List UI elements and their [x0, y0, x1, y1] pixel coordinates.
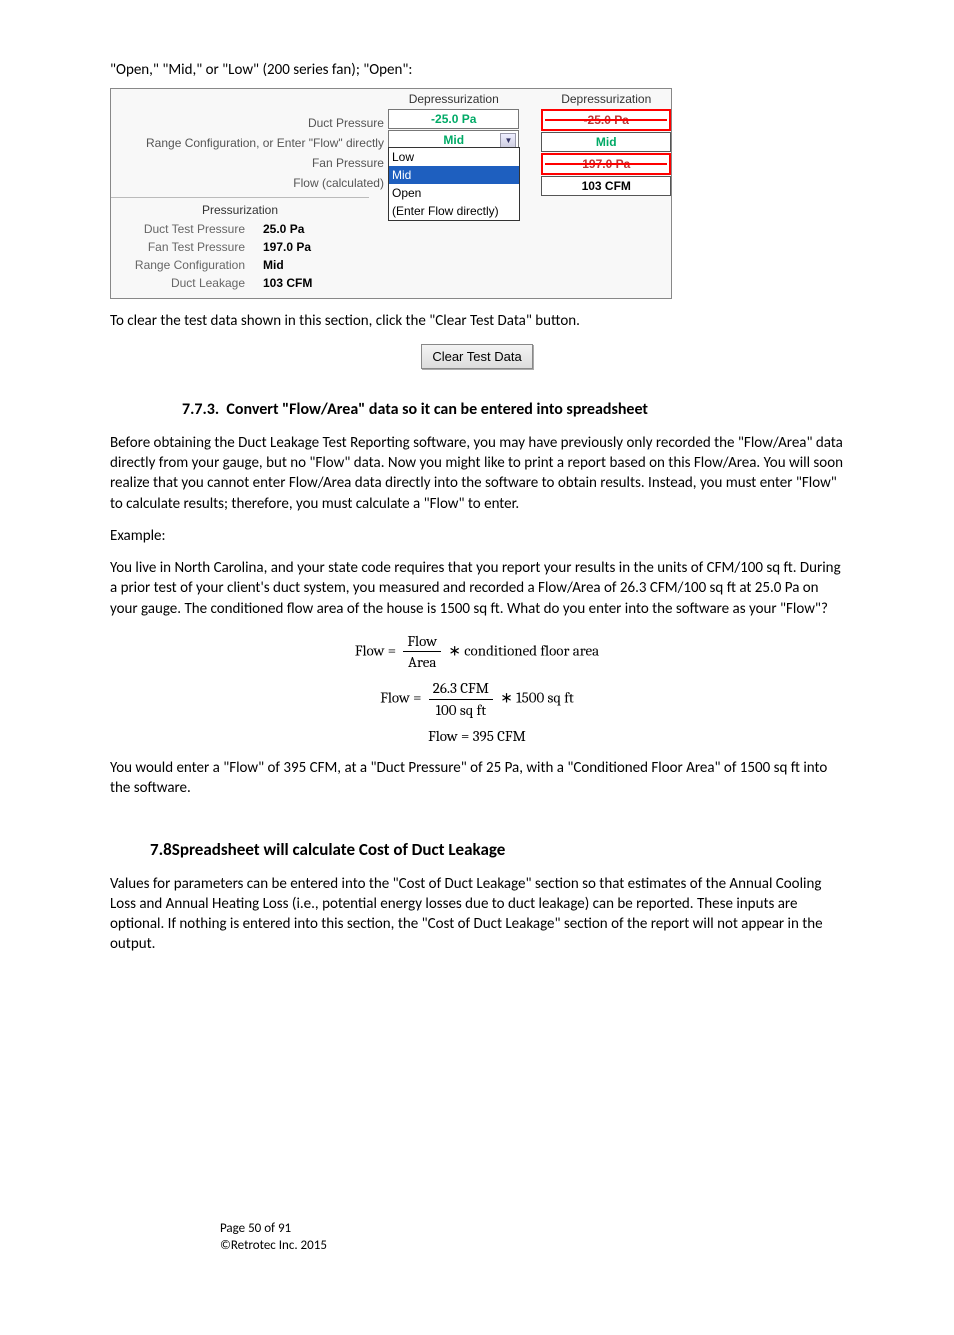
dropdown-option-low[interactable]: Low — [389, 148, 519, 166]
page-footer: Page 50 of 91 ©Retrotec Inc. 2015 — [220, 1220, 327, 1255]
bottom-val: 197.0 Pa — [263, 238, 311, 256]
duct-pressure-input[interactable]: -25.0 Pa — [388, 109, 520, 129]
bottom-label: Range Configuration — [115, 256, 263, 274]
label-range: Range Configuration, or Enter "Flow" dir… — [113, 133, 384, 153]
clear-test-data-button[interactable]: Clear Test Data — [421, 344, 532, 370]
dropdown-option-enter[interactable]: (Enter Flow directly) — [389, 202, 519, 220]
example-label: Example: — [110, 526, 844, 546]
bottom-label: Duct Test Pressure — [115, 220, 263, 238]
right-val-4: 103 CFM — [541, 176, 671, 196]
bottom-label: Fan Test Pressure — [115, 238, 263, 256]
right-header: Depressurization — [541, 91, 671, 109]
para-78: Values for parameters can be entered int… — [110, 874, 844, 955]
intro-text: "Open," "Mid," or "Low" (200 series fan)… — [110, 60, 844, 80]
equation-1: Flow = FlowArea ∗ conditioned floor area — [110, 631, 844, 673]
label-flow: Flow (calculated) — [113, 173, 384, 193]
right-val-2: Mid — [541, 132, 671, 152]
label-fan-pressure: Fan Pressure — [113, 153, 384, 173]
screenshot-panel: Duct Pressure Range Configuration, or En… — [110, 88, 672, 299]
equation-3: Flow = 395 CFM — [110, 726, 844, 746]
range-select-value: Mid — [443, 133, 464, 147]
range-dropdown[interactable]: Low Mid Open (Enter Flow directly) — [388, 147, 520, 221]
bottom-val: 103 CFM — [263, 274, 312, 292]
heading-78: 7.8Spreadsheet will calculate Cost of Du… — [150, 839, 844, 862]
bottom-val: Mid — [263, 256, 284, 274]
equation-2: Flow = 26.3 CFM100 sq ft ∗ 1500 sq ft — [110, 678, 844, 720]
para-773b: You live in North Carolina, and your sta… — [110, 558, 844, 619]
dropdown-option-open[interactable]: Open — [389, 184, 519, 202]
right-val-1: -25.0 Pa — [541, 109, 671, 131]
bottom-val: 25.0 Pa — [263, 220, 304, 238]
para-773c: You would enter a "Flow" of 395 CFM, at … — [110, 758, 844, 799]
heading-773: 7.7.3. Convert "Flow/Area" data so it ca… — [182, 399, 844, 421]
copyright: ©Retrotec Inc. 2015 — [220, 1237, 327, 1255]
label-duct-pressure: Duct Pressure — [113, 113, 384, 133]
clear-instruction: To clear the test data shown in this sec… — [110, 311, 844, 331]
bottom-header: Pressurization — [115, 202, 365, 218]
para-773a: Before obtaining the Duct Leakage Test R… — [110, 433, 844, 514]
dropdown-option-mid[interactable]: Mid — [389, 166, 519, 184]
right-val-3: 197.0 Pa — [541, 153, 671, 175]
bottom-label: Duct Leakage — [115, 274, 263, 292]
mid-header: Depressurization — [388, 91, 520, 109]
